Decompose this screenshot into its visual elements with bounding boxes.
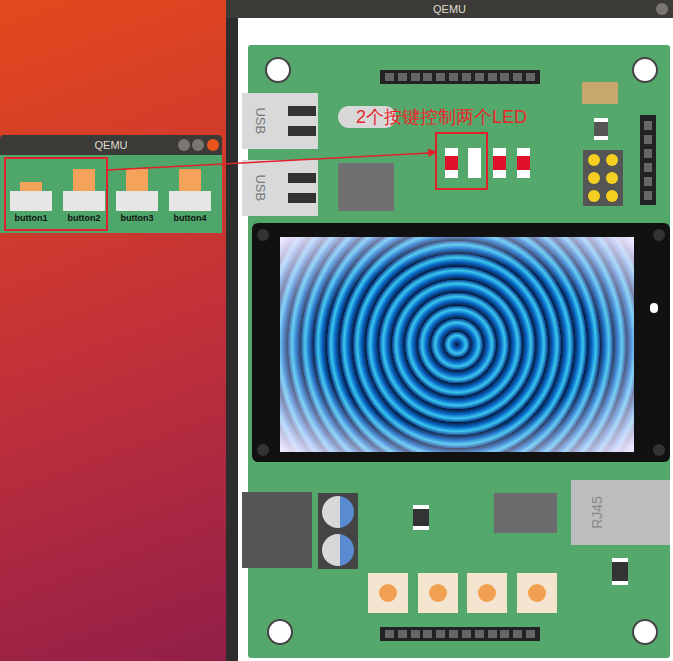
- board-button[interactable]: [368, 573, 408, 613]
- virtual-button[interactable]: button4: [169, 169, 211, 224]
- led: [468, 148, 481, 178]
- virtual-button[interactable]: button2: [63, 169, 105, 224]
- capacitors: [318, 493, 358, 569]
- mount-hole: [267, 619, 293, 645]
- close-button[interactable]: [207, 139, 219, 151]
- button-cap[interactable]: [126, 169, 148, 191]
- lcd-screen: [280, 237, 634, 452]
- led: [445, 148, 458, 178]
- usb-label: USB: [250, 103, 270, 139]
- side-header: [640, 115, 656, 205]
- virtual-button[interactable]: button3: [116, 169, 158, 224]
- mount-hole: [632, 57, 658, 83]
- title-bar[interactable]: QEMU: [0, 135, 222, 155]
- highlight-box: [4, 157, 108, 231]
- button-base[interactable]: [63, 191, 105, 211]
- button-cap[interactable]: [20, 182, 42, 191]
- usb-port: USB: [242, 160, 318, 216]
- virtual-button[interactable]: button1: [10, 169, 52, 224]
- button-window: QEMU button1 button2 button3 button4: [0, 135, 222, 233]
- button-base[interactable]: [169, 191, 211, 211]
- mount-hole: [265, 57, 291, 83]
- led-light: [445, 156, 458, 170]
- button-label: button3: [121, 212, 154, 224]
- button-base[interactable]: [10, 191, 52, 211]
- arrow-icon: [0, 0, 673, 661]
- button-label: button2: [68, 212, 101, 224]
- transistor: [413, 505, 429, 530]
- bottom-header: [380, 627, 540, 641]
- board-button[interactable]: [418, 573, 458, 613]
- board-button[interactable]: [467, 573, 507, 613]
- led: [493, 148, 506, 178]
- led-light: [517, 156, 530, 170]
- top-header: [380, 70, 540, 84]
- transistor: [594, 118, 608, 140]
- button-cap[interactable]: [73, 169, 95, 191]
- usb-slots: [288, 173, 316, 203]
- button-cap[interactable]: [179, 169, 201, 191]
- led: [517, 148, 530, 178]
- desktop: QEMU USB USB 2个按键控制两个LED: [0, 0, 673, 661]
- chip: [494, 493, 557, 533]
- side-strip: [226, 18, 238, 661]
- mount-hole: [632, 619, 658, 645]
- led-light: [493, 156, 506, 170]
- title-bar[interactable]: QEMU: [226, 0, 673, 18]
- window-title: QEMU: [433, 1, 466, 18]
- button-label: button4: [174, 212, 207, 224]
- button-base[interactable]: [116, 191, 158, 211]
- rj45-label: RJ45: [587, 496, 608, 529]
- maximize-button[interactable]: [192, 139, 204, 151]
- annotation-label: 2个按键控制两个LED: [356, 104, 527, 130]
- jumper-block: [583, 150, 623, 206]
- window-title: QEMU: [95, 137, 128, 154]
- crystal: [582, 82, 618, 104]
- power-jack: [242, 492, 312, 568]
- button-panel: button1 button2 button3 button4: [0, 155, 222, 233]
- transistor: [612, 558, 628, 585]
- usb-port: USB: [242, 93, 318, 149]
- led-light: [468, 156, 481, 170]
- usb-label: USB: [250, 170, 270, 206]
- close-button[interactable]: [656, 3, 668, 15]
- minimize-button[interactable]: [178, 139, 190, 151]
- chip: [338, 163, 394, 211]
- button-label: button1: [15, 212, 48, 224]
- rj45-port: RJ45: [571, 480, 670, 545]
- usb-slots: [288, 106, 316, 136]
- board-button[interactable]: [517, 573, 557, 613]
